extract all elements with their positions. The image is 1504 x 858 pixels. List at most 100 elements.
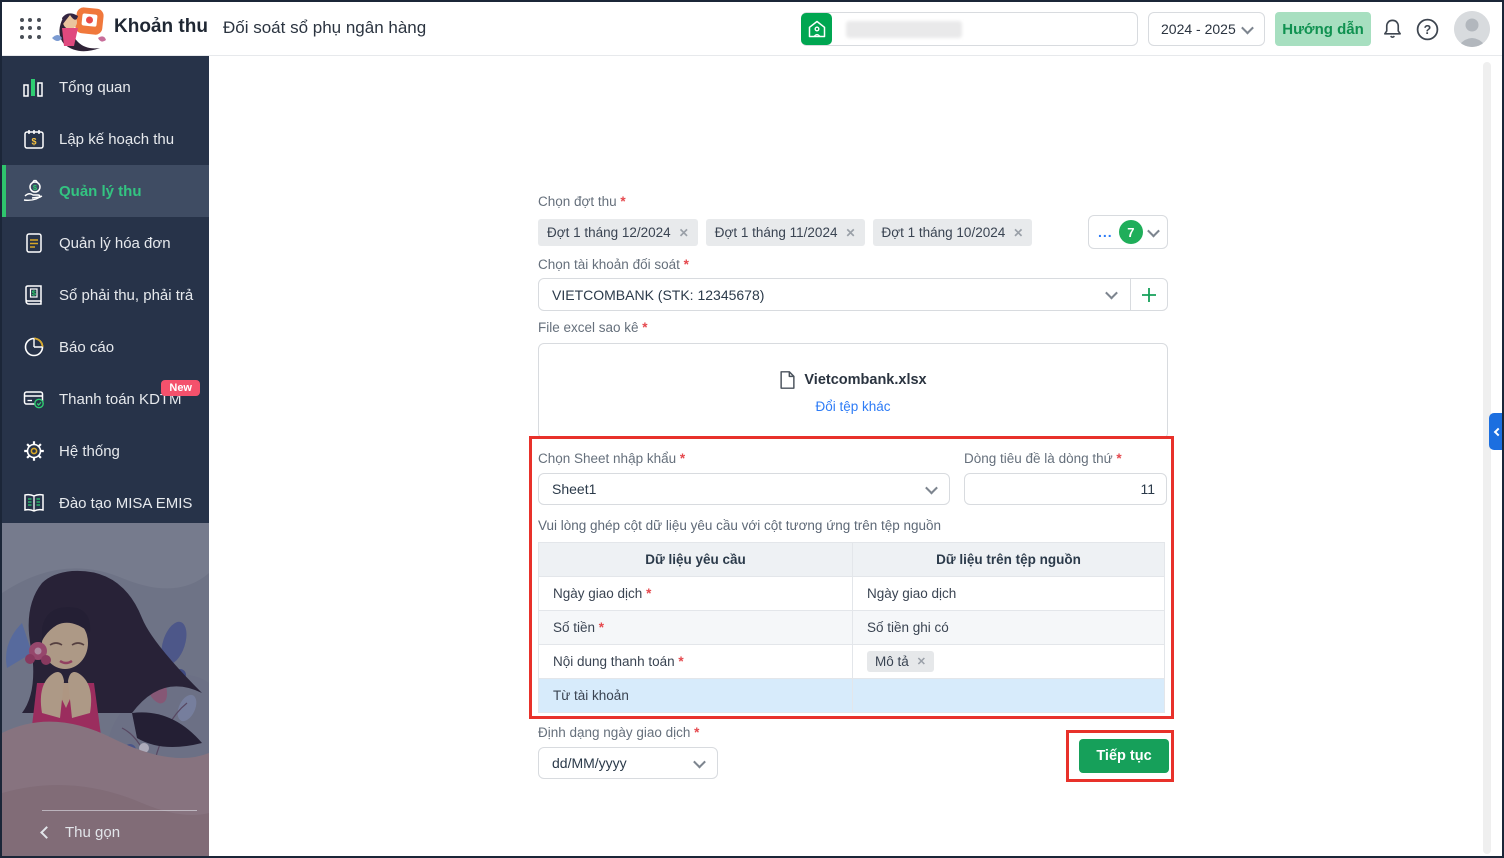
- home-icon: [808, 20, 825, 37]
- calendar-dollar-icon: $: [20, 127, 48, 151]
- top-header: Khoản thu Đối soát sổ phụ ngân hàng 2024…: [2, 2, 1502, 56]
- source-field-empty[interactable]: [853, 678, 1164, 712]
- continue-button[interactable]: Tiếp tục: [1079, 739, 1169, 773]
- sidebar-item-quan-ly-hoa-don[interactable]: Quản lý hóa đơn: [2, 217, 209, 269]
- help-button[interactable]: ?: [1414, 15, 1440, 43]
- remove-tag-icon[interactable]: ✕: [917, 655, 926, 668]
- batch-tag-label: Đợt 1 tháng 10/2024: [881, 225, 1006, 240]
- app-window: Khoản thu Đối soát sổ phụ ngân hàng 2024…: [0, 0, 1504, 858]
- remove-tag-icon[interactable]: ✕: [1013, 226, 1023, 240]
- chevron-down-icon: [925, 481, 938, 494]
- svg-text:$: $: [32, 289, 37, 298]
- table-row-selected[interactable]: Từ tài khoản: [539, 678, 1164, 712]
- school-year-select[interactable]: 2024 - 2025: [1148, 12, 1265, 46]
- chevron-down-icon: [1105, 286, 1118, 300]
- sidebar-item-he-thong[interactable]: Hệ thống: [2, 425, 209, 477]
- sidebar-item-label: Lập kế hoạch thu: [59, 130, 175, 148]
- chevron-left-icon: [40, 826, 53, 839]
- sidebar-item-so-phai-thu[interactable]: $ Sổ phải thu, phải trả: [2, 269, 209, 321]
- main-content: [209, 56, 1502, 856]
- batch-tag-label: Đợt 1 tháng 12/2024: [547, 225, 671, 240]
- file-upload-box[interactable]: Vietcombank.xlsx Đổi tệp khác: [538, 343, 1168, 439]
- uploaded-file-name: Vietcombank.xlsx: [804, 372, 927, 388]
- svg-text:?: ?: [1423, 23, 1431, 37]
- batch-tag-label: Đợt 1 tháng 11/2024: [714, 225, 838, 240]
- app-grid-icon[interactable]: [20, 18, 42, 40]
- school-search-box[interactable]: [801, 12, 1138, 46]
- add-account-button[interactable]: [1131, 279, 1167, 310]
- batch-overflow-dropdown[interactable]: ... 7: [1088, 215, 1168, 249]
- sidebar-divider: [42, 810, 197, 811]
- app-logo: [48, 4, 110, 61]
- sidebar-item-label: Tổng quan: [59, 78, 131, 96]
- batch-tag[interactable]: Đợt 1 tháng 12/2024 ✕: [538, 219, 698, 246]
- remove-tag-icon[interactable]: ✕: [845, 226, 855, 240]
- bell-icon: [1383, 19, 1401, 38]
- sidebar-item-tong-quan[interactable]: Tổng quan: [2, 61, 209, 113]
- mapping-table: Dữ liệu yêu cầu Dữ liệu trên tệp nguồn N…: [538, 542, 1165, 713]
- sheet-value: Sheet1: [552, 481, 597, 497]
- open-book-icon: [20, 491, 48, 515]
- sidebar-item-bao-cao[interactable]: Báo cáo: [2, 321, 209, 373]
- pie-chart-icon: [20, 335, 48, 359]
- notification-bell-button[interactable]: [1379, 15, 1405, 43]
- sidebar-item-label: Báo cáo: [59, 338, 115, 356]
- file-icon: [780, 371, 795, 389]
- table-row[interactable]: Số tiền Số tiền ghi có: [539, 610, 1164, 644]
- guide-button[interactable]: Hướng dẫn: [1275, 12, 1371, 46]
- svg-text:$: $: [31, 137, 36, 147]
- header-row-input[interactable]: 11: [964, 473, 1167, 505]
- scrollbar[interactable]: [1483, 62, 1491, 854]
- header-row-value: 11: [1140, 481, 1155, 497]
- account-value: VIETCOMBANK (STK: 12345678): [552, 286, 765, 303]
- collapse-sidebar-button[interactable]: Thu gọn: [2, 810, 209, 856]
- expand-panel-tab[interactable]: [1489, 413, 1502, 450]
- file-label: File excel sao kê: [538, 320, 648, 335]
- sidebar-item-label: Sổ phải thu, phải trả: [59, 286, 194, 304]
- column-header: Dữ liệu yêu cầu: [539, 543, 853, 576]
- batch-label: Chọn đợt thu: [538, 194, 626, 209]
- sidebar-item-quan-ly-thu[interactable]: $ Quản lý thu: [2, 165, 209, 217]
- sidebar-item-label: Quản lý hóa đơn: [59, 234, 171, 252]
- sidebar-illustration: [2, 523, 209, 856]
- date-format-label: Định dạng ngày giao dịch: [538, 725, 699, 740]
- table-row[interactable]: Nội dung thanh toán Mô tả ✕: [539, 644, 1164, 678]
- change-file-link[interactable]: Đổi tệp khác: [815, 399, 890, 414]
- required-field: Ngày giao dịch: [553, 586, 651, 601]
- sheet-select[interactable]: Sheet1: [538, 473, 950, 505]
- source-tag[interactable]: Mô tả ✕: [867, 651, 934, 672]
- batch-tag[interactable]: Đợt 1 tháng 10/2024 ✕: [872, 219, 1033, 246]
- chevron-down-icon: [693, 755, 706, 768]
- bar-chart-icon: [20, 75, 48, 99]
- hand-money-icon: $: [20, 179, 48, 203]
- sidebar-item-lap-ke-hoach-thu[interactable]: $ Lập kế hoạch thu: [2, 113, 209, 165]
- ellipsis-label: ...: [1098, 224, 1113, 240]
- table-row[interactable]: Ngày giao dịch Ngày giao dịch: [539, 576, 1164, 610]
- mapping-hint: Vui lòng ghép cột dữ liệu yêu cầu với cộ…: [538, 518, 942, 533]
- chevron-down-icon: [1147, 224, 1160, 237]
- new-badge: New: [161, 380, 200, 396]
- sidebar: Tổng quan $ Lập kế hoạch thu $ Quản lý t…: [2, 56, 209, 856]
- source-field: Số tiền ghi có: [867, 620, 949, 635]
- invoice-icon: [20, 231, 48, 255]
- home-button[interactable]: [801, 12, 832, 45]
- svg-text:$: $: [33, 183, 38, 192]
- gear-icon: [20, 439, 48, 463]
- batch-tag[interactable]: Đợt 1 tháng 11/2024 ✕: [705, 219, 865, 246]
- account-select[interactable]: VIETCOMBANK (STK: 12345678): [538, 278, 1168, 311]
- app-title: Khoản thu: [114, 16, 208, 37]
- account-label: Chọn tài khoản đối soát: [538, 257, 689, 272]
- user-avatar[interactable]: [1454, 11, 1490, 47]
- sidebar-item-label: Hệ thống: [59, 442, 120, 460]
- person-icon: [1454, 11, 1490, 47]
- sidebar-item-label: Đào tạo MISA EMIS: [59, 494, 193, 512]
- card-check-icon: [20, 387, 48, 411]
- remove-tag-icon[interactable]: ✕: [679, 226, 689, 240]
- sidebar-item-dao-tao-misa-emis[interactable]: Đào tạo MISA EMIS: [2, 477, 209, 529]
- date-format-value: dd/MM/yyyy: [552, 755, 627, 771]
- sidebar-item-thanh-toan-kdtm[interactable]: Thanh toán KDTM New: [2, 373, 209, 425]
- date-format-select[interactable]: dd/MM/yyyy: [538, 747, 718, 779]
- column-header: Dữ liệu trên tệp nguồn: [936, 552, 1081, 567]
- batch-multiselect[interactable]: Đợt 1 tháng 12/2024 ✕ Đợt 1 tháng 11/202…: [538, 219, 1033, 246]
- plus-icon: [1142, 287, 1156, 302]
